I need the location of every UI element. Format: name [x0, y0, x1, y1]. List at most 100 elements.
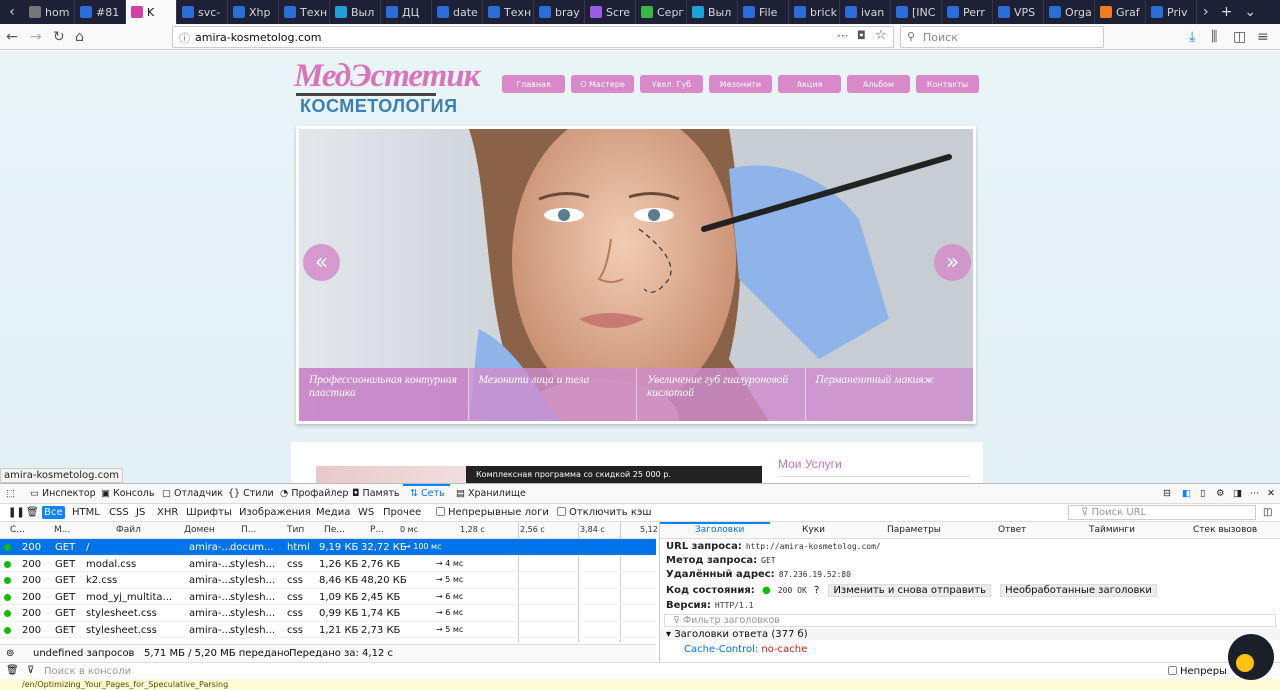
browser-tab[interactable]: Orga: [1044, 0, 1095, 24]
menu-item-mesothreads[interactable]: Мезонити: [709, 75, 772, 93]
tab-stack-trace[interactable]: Стек вызовов: [1193, 525, 1257, 535]
sidebar-icon[interactable]: ◫: [1233, 28, 1246, 46]
browser-tab[interactable]: svc-: [177, 0, 228, 24]
request-row[interactable]: 200 GET mod_yj_multita... amira-... stylesh.…: [0, 589, 656, 605]
console-persist-checkbox[interactable]: Непреры: [1168, 666, 1227, 677]
downloads-icon[interactable]: ⤓: [1189, 28, 1195, 46]
browser-tab[interactable]: #81: [75, 0, 126, 24]
col-size[interactable]: Р...: [370, 525, 384, 535]
filter-js[interactable]: JS: [134, 506, 147, 519]
scroll-tabs-left-icon[interactable]: ‹: [0, 0, 24, 24]
request-row[interactable]: 200 GET / amira-... docum... html 9,19 КБ 32,72…: [0, 539, 656, 556]
browser-tab[interactable]: VPS: [993, 0, 1044, 24]
tab-styles[interactable]: {} Стили: [228, 488, 274, 499]
persist-logs-checkbox[interactable]: Непрерывные логи: [434, 506, 551, 519]
tab-debugger[interactable]: ▢ Отладчик: [162, 488, 223, 499]
menu-item-home[interactable]: Главная: [502, 75, 565, 93]
bookmark-star-icon[interactable]: ☆: [875, 28, 887, 43]
col-type[interactable]: Тип: [287, 525, 304, 535]
browser-tab[interactable]: Техн: [483, 0, 534, 24]
caption-contour[interactable]: Профессиональная контурная пластика: [299, 368, 468, 421]
browser-tab[interactable]: Xhp: [228, 0, 279, 24]
browser-tab[interactable]: Perr: [942, 0, 993, 24]
tab-profiler[interactable]: ◔ Профайлер: [280, 488, 348, 499]
site-logo-title[interactable]: МедЭстетик: [294, 59, 480, 93]
browser-tab[interactable]: Выл: [330, 0, 381, 24]
tab-console[interactable]: ▣ Консоль: [101, 488, 154, 499]
filter-ws[interactable]: WS: [356, 506, 376, 519]
caption-mesothreads[interactable]: Мезонити лица и тела: [467, 368, 637, 421]
performance-icon[interactable]: ⊚: [6, 648, 14, 659]
request-row[interactable]: 200 GET modal.css amira-... stylesh... css 1,2…: [0, 556, 656, 572]
pick-element-icon[interactable]: ⬚: [6, 488, 15, 499]
tab-response[interactable]: Ответ: [998, 525, 1026, 535]
request-row[interactable]: 200 GET stylesheet.css amira-... stylesh... c…: [0, 622, 656, 638]
browser-tab[interactable]: File: [738, 0, 789, 24]
browser-tab[interactable]: ДЦ: [381, 0, 432, 24]
menu-item-about[interactable]: О Мастере: [571, 75, 634, 93]
browser-tab[interactable]: ivan: [840, 0, 891, 24]
console-search-input[interactable]: Поиск в консоли: [44, 666, 131, 677]
browser-tab[interactable]: Priv: [1146, 0, 1197, 24]
browser-tab[interactable]: hom: [24, 0, 75, 24]
tab-storage[interactable]: ▤ Хранилище: [456, 488, 526, 499]
new-tab-icon[interactable]: +: [1221, 4, 1233, 20]
col-status[interactable]: С...: [10, 525, 25, 535]
more-options-icon[interactable]: ⋯: [1250, 488, 1260, 499]
search-box[interactable]: ⚲ Поиск: [900, 26, 1104, 48]
col-transferred[interactable]: Пе...: [324, 525, 345, 535]
disable-cache-checkbox[interactable]: Отключить кэш: [555, 506, 654, 519]
filter-fonts[interactable]: Шрифты: [184, 506, 234, 519]
browser-tab[interactable]: Техн: [279, 0, 330, 24]
info-icon[interactable]: ⓘ: [179, 30, 190, 46]
menu-icon[interactable]: ≡: [1257, 28, 1269, 46]
request-row[interactable]: 200 GET k2.css amira-... stylesh... css 8,46 К…: [0, 572, 656, 589]
col-file[interactable]: Файл: [116, 525, 141, 535]
console-persist-box[interactable]: [1168, 666, 1177, 675]
site-logo-subtitle[interactable]: КОСМЕТОЛОГИЯ: [300, 96, 458, 117]
forward-icon[interactable]: →: [30, 28, 42, 46]
menu-item-contacts[interactable]: Контакты: [916, 75, 979, 93]
menu-item-album[interactable]: Альбом: [847, 75, 910, 93]
disable-cache-box[interactable]: [557, 507, 566, 516]
chat-widget-button[interactable]: [1228, 634, 1274, 680]
browser-tab[interactable]: Graf: [1095, 0, 1146, 24]
tab-headers[interactable]: Заголовки: [695, 525, 744, 535]
address-bar[interactable]: ⓘ amira-kosmetolog.com ··· ◘ ☆: [172, 26, 894, 48]
scroll-tabs-right-icon[interactable]: ›: [1203, 4, 1209, 20]
tab-cookies[interactable]: Куки: [802, 525, 825, 535]
browser-tab[interactable]: Выл: [687, 0, 738, 24]
dock-bottom-icon[interactable]: ⊟: [1163, 488, 1171, 499]
filter-xhr[interactable]: XHR: [155, 506, 180, 519]
dock-side-icon[interactable]: ◧: [1182, 488, 1191, 499]
browser-tab[interactable]: bray: [534, 0, 585, 24]
tab-list-icon[interactable]: ⌄: [1244, 4, 1256, 20]
settings-gear-icon[interactable]: ⚙: [1216, 488, 1225, 499]
url-filter-input[interactable]: ⊽ Поиск URL: [1068, 505, 1256, 520]
browser-tab[interactable]: K: [126, 0, 177, 24]
clear-console-icon[interactable]: 🗑: [6, 665, 19, 676]
caption-lips[interactable]: Увеличение губ гиалуроновой кислотой: [636, 368, 805, 421]
slider-prev-button[interactable]: «: [303, 244, 340, 281]
browser-tab[interactable]: brick: [789, 0, 840, 24]
url-text[interactable]: amira-kosmetolog.com: [195, 31, 321, 44]
tab-inspector[interactable]: ▭ Инспектор: [30, 488, 96, 499]
promo-banner[interactable]: Комплексная программа со скидкой 25 000 …: [316, 466, 762, 483]
response-headers-section[interactable]: ▾ Заголовки ответа (377 б): [660, 629, 1280, 640]
clear-network-icon[interactable]: 🗑: [24, 506, 41, 519]
toggle-panel-icon[interactable]: ◫: [1261, 506, 1274, 519]
tab-network[interactable]: ⇅ Сеть: [410, 488, 445, 499]
menu-item-lips[interactable]: Увел. Губ: [640, 75, 703, 93]
filter-images[interactable]: Изображения: [237, 506, 313, 519]
edit-resend-button[interactable]: Изменить и снова отправить: [828, 584, 991, 597]
back-icon[interactable]: ←: [6, 28, 18, 46]
browser-tab[interactable]: Scre: [585, 0, 636, 24]
browser-tab[interactable]: Серг: [636, 0, 687, 24]
tab-memory[interactable]: ◘ Память: [352, 488, 400, 499]
slider-next-button[interactable]: »: [934, 244, 971, 281]
raw-headers-button[interactable]: Необработанные заголовки: [1000, 584, 1157, 597]
col-cause[interactable]: П...: [241, 525, 256, 535]
header-filter-input[interactable]: ⊽ Фильтр заголовков: [664, 614, 1276, 627]
persist-logs-box[interactable]: [436, 507, 445, 516]
filter-css[interactable]: CSS: [107, 506, 131, 519]
